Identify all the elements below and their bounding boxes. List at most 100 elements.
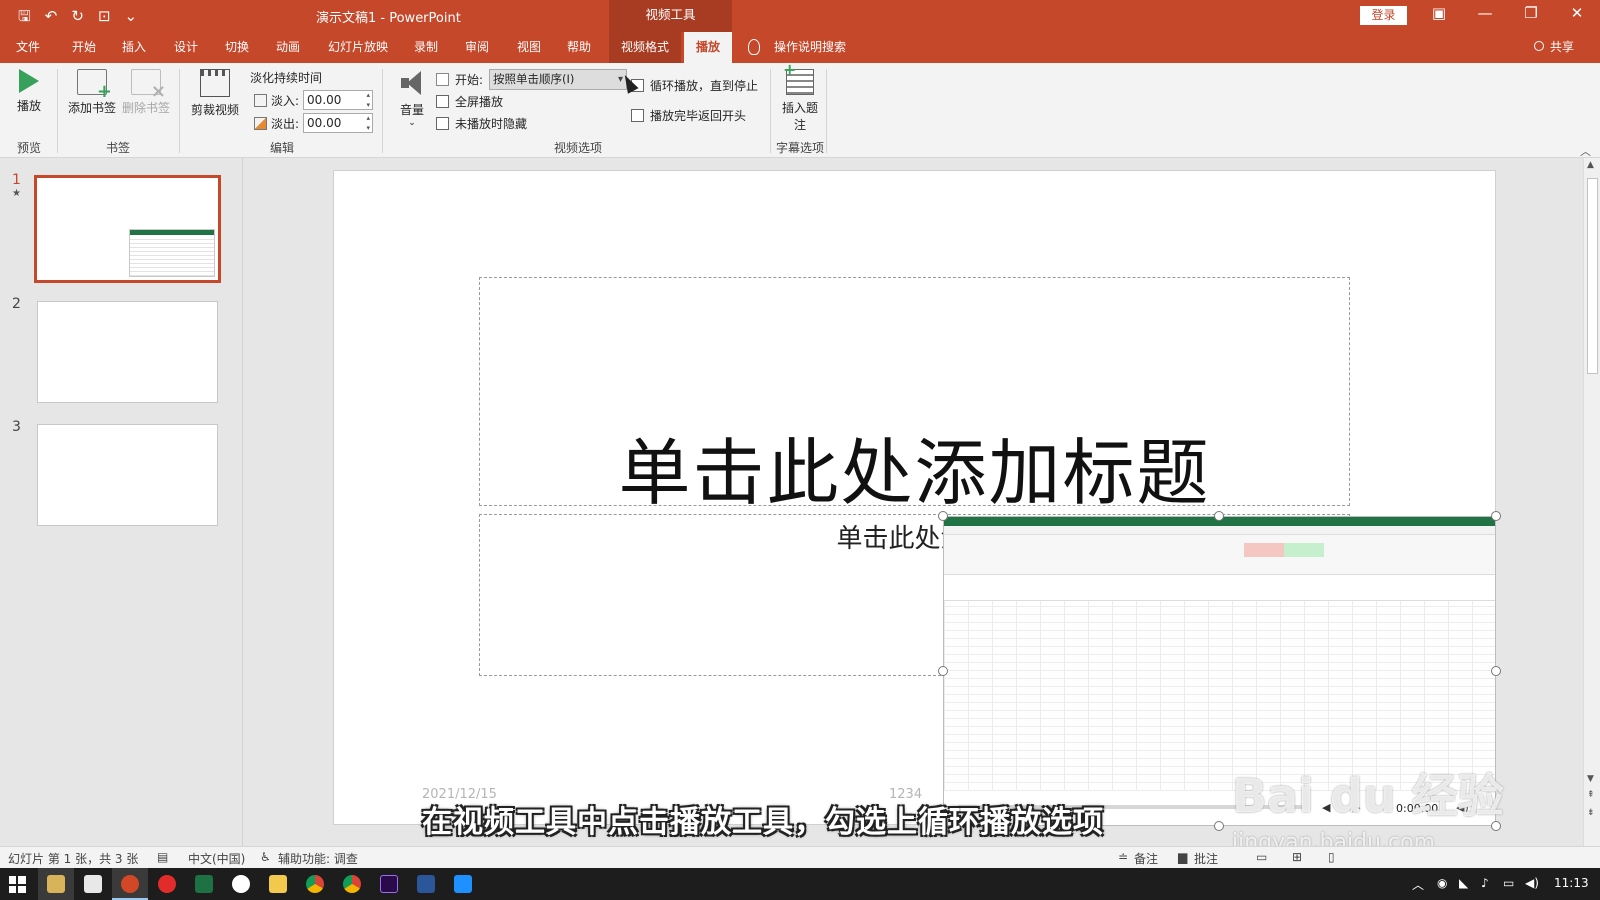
tab-view[interactable]: 视图	[517, 32, 541, 63]
word-taskbar-icon[interactable]	[417, 875, 435, 893]
browser-taskbar-icon[interactable]	[232, 875, 250, 893]
undo-icon[interactable]: ↶	[45, 6, 58, 26]
redo-icon[interactable]: ↻	[71, 6, 84, 26]
accessibility-status[interactable]: 辅助功能: 调查	[278, 850, 358, 867]
resize-handle[interactable]	[1491, 666, 1501, 676]
resize-handle[interactable]	[1491, 511, 1501, 521]
next-slide-icon[interactable]: ⇟	[1587, 808, 1595, 818]
previous-slide-icon[interactable]: ⇞	[1587, 790, 1595, 800]
share-button[interactable]: 共享	[1550, 32, 1574, 63]
fullscreen-checkbox[interactable]	[436, 95, 449, 108]
tab-help[interactable]: 帮助	[567, 32, 591, 63]
remove-bookmark-button[interactable]: 删除书签	[120, 69, 172, 116]
customize-qat-icon[interactable]: ⌄	[125, 6, 138, 26]
tray-app-icon[interactable]: ◣	[1459, 876, 1468, 890]
slide-thumbnail-2[interactable]	[37, 301, 218, 403]
slide-thumbnail-1[interactable]	[34, 175, 221, 283]
save-icon[interactable]: 🖫	[18, 6, 31, 26]
tell-me-search[interactable]: 操作说明搜索	[774, 32, 846, 63]
netease-music-icon[interactable]	[158, 875, 176, 893]
trim-video-icon	[200, 69, 230, 97]
language-indicator[interactable]: 中文(中国)	[188, 850, 245, 867]
comments-icon: ▆	[1178, 850, 1188, 864]
resize-handle[interactable]	[1214, 821, 1224, 831]
resize-handle[interactable]	[938, 511, 948, 521]
tab-review[interactable]: 审阅	[465, 32, 489, 63]
thumb-number: 1	[12, 172, 21, 188]
fade-in-spinner[interactable]: 00.00	[303, 90, 374, 110]
add-bookmark-button[interactable]: 添加书签	[66, 69, 118, 116]
scrollbar-thumb[interactable]	[1587, 178, 1598, 374]
tray-volume-icon[interactable]: ◀)	[1525, 876, 1539, 890]
loop-option[interactable]: 循环播放，直到停止	[631, 77, 758, 94]
close-icon[interactable]: ✕	[1562, 4, 1592, 22]
chrome-icon-2[interactable]	[343, 875, 361, 893]
start-label: 开始:	[455, 73, 484, 87]
restore-icon[interactable]: ❐	[1516, 4, 1546, 22]
scroll-up-icon[interactable]: ▲	[1587, 160, 1594, 170]
fade-out-row: 淡出: 00.00	[254, 113, 374, 133]
trim-video-button[interactable]: 剪裁视频	[188, 69, 242, 118]
rewind-checkbox[interactable]	[631, 109, 644, 122]
tray-network-icon[interactable]: ▭	[1503, 876, 1514, 890]
slide-sorter-icon[interactable]: ⊞	[1292, 850, 1302, 864]
comments-button[interactable]: 批注	[1194, 850, 1218, 867]
tab-design[interactable]: 设计	[174, 32, 198, 63]
vertical-scrollbar[interactable]: ▲ ▼ ⇞ ⇟	[1583, 158, 1600, 846]
minimize-icon[interactable]: —	[1470, 4, 1500, 22]
collapse-ribbon-icon[interactable]: ︿	[1580, 143, 1591, 159]
tray-mic-icon[interactable]: ♪	[1481, 876, 1489, 890]
tab-animations[interactable]: 动画	[276, 32, 300, 63]
slide-canvas[interactable]: 单击此处添加标题 单击此处添加 2021/12/15 1234 ◀ ▶ 0:00…	[334, 171, 1501, 831]
start-dropdown[interactable]: 按照单击顺序(I)	[489, 69, 628, 90]
start-from-beginning-icon[interactable]: ⊡	[98, 6, 111, 26]
premiere-icon[interactable]	[380, 875, 398, 893]
resize-handle[interactable]	[1214, 511, 1224, 521]
tab-video-format[interactable]: 视频格式	[609, 32, 682, 63]
tab-record[interactable]: 录制	[414, 32, 438, 63]
resize-handle[interactable]	[938, 666, 948, 676]
tab-slideshow[interactable]: 幻灯片放映	[328, 32, 388, 63]
hide-not-playing-checkbox[interactable]	[436, 117, 449, 130]
volume-button[interactable]: 音量 ⌄	[396, 69, 428, 128]
reading-view-icon[interactable]: ▯	[1328, 850, 1335, 864]
tab-home[interactable]: 开始	[72, 32, 96, 63]
share-person-icon[interactable]	[1534, 41, 1544, 51]
fullscreen-option[interactable]: 全屏播放	[436, 93, 503, 110]
taskbar-clock[interactable]: 11:13	[1554, 876, 1589, 890]
tab-transitions[interactable]: 切换	[225, 32, 249, 63]
group-video-options-label: 视频选项	[553, 141, 602, 155]
files-app-icon[interactable]	[84, 875, 102, 893]
powerpoint-taskbar-icon[interactable]	[121, 875, 139, 893]
file-explorer-icon[interactable]	[269, 875, 287, 893]
tray-qq-icon[interactable]: ◉	[1437, 876, 1447, 890]
tab-insert[interactable]: 插入	[122, 32, 146, 63]
animation-star-icon: ★	[12, 188, 21, 199]
scroll-down-icon[interactable]: ▼	[1587, 774, 1594, 784]
tray-overflow-icon[interactable]: ︿	[1412, 876, 1424, 893]
app-taskbar-icon[interactable]	[454, 875, 472, 893]
thumbnail-video-preview	[129, 229, 215, 277]
insert-caption-button[interactable]: 插入题 注	[780, 60, 820, 133]
lightbulb-icon[interactable]	[748, 39, 760, 55]
login-button[interactable]: 登录	[1360, 6, 1407, 25]
title-placeholder[interactable]: 单击此处添加标题	[479, 277, 1384, 598]
notes-button[interactable]: 备注	[1134, 850, 1158, 867]
fade-out-spinner[interactable]: 00.00	[303, 113, 374, 133]
tab-file[interactable]: 文件	[16, 32, 40, 63]
rewind-option[interactable]: 播放完毕返回开头	[631, 107, 746, 124]
excel-taskbar-icon[interactable]	[195, 875, 213, 893]
hide-not-playing-option[interactable]: 未播放时隐藏	[436, 115, 527, 132]
fade-in-label: 淡入:	[271, 93, 300, 108]
spellcheck-icon[interactable]: ▤	[157, 850, 168, 864]
add-bookmark-label: 添加书签	[67, 101, 116, 115]
ribbon-display-options-icon[interactable]: ▣	[1424, 4, 1454, 22]
clapper-app-icon[interactable]	[47, 875, 65, 893]
normal-view-icon[interactable]: ▭	[1256, 850, 1267, 864]
tab-playback[interactable]: 播放	[684, 32, 733, 63]
accessibility-icon: ♿	[260, 850, 271, 864]
chrome-icon[interactable]	[306, 875, 324, 893]
play-button[interactable]: 播放	[14, 69, 44, 114]
slide-thumbnail-3[interactable]	[37, 424, 218, 526]
windows-start-icon[interactable]	[9, 876, 26, 893]
